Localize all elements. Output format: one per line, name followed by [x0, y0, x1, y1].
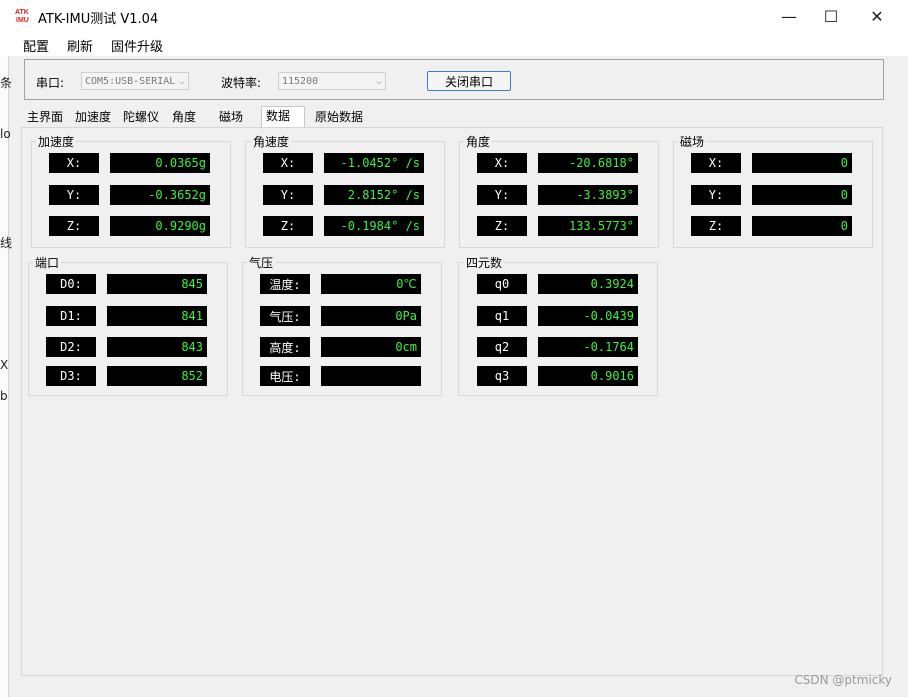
tab-magnetic[interactable]: 磁场 [217, 108, 245, 126]
pressure-value: 0Pa [321, 306, 421, 326]
gyro-z-value: -0.1984° /s [324, 216, 424, 236]
svg-text:ATK: ATK [15, 9, 29, 16]
edge-fragment: 线 [0, 236, 13, 250]
group-title-pressure: 气压 [247, 254, 276, 271]
menu-refresh[interactable]: 刷新 [67, 36, 93, 55]
port-d3-value: 852 [107, 366, 207, 386]
angle-z-label: Z: [477, 216, 527, 236]
voltage-value [321, 366, 421, 386]
mag-z-value: 0 [752, 216, 852, 236]
gyro-y-value: 2.8152° /s [324, 185, 424, 205]
port-select-value: COM5:USB-SERIAL [85, 76, 176, 87]
pressure-label: 气压: [260, 306, 310, 326]
chevron-down-icon: ⌵ [375, 76, 382, 87]
gyro-y-label: Y: [263, 185, 313, 205]
port-d0-value: 845 [107, 274, 207, 294]
group-title-angular-velocity: 角速度 [251, 133, 292, 150]
tab-data[interactable]: 数据 [261, 106, 305, 127]
q1-value: -0.0439 [538, 306, 638, 326]
port-d3-label: D3: [46, 366, 96, 386]
port-d1-label: D1: [46, 306, 96, 326]
q2-label: q2 [477, 337, 527, 357]
angle-z-value: 133.5773° [538, 216, 638, 236]
temperature-value: 0℃ [321, 274, 421, 294]
mag-z-label: Z: [691, 216, 741, 236]
port-d0-label: D0: [46, 274, 96, 294]
tab-raw-data[interactable]: 原始数据 [313, 108, 365, 126]
q0-value: 0.3924 [538, 274, 638, 294]
watermark: CSDN @ptmicky [794, 673, 892, 687]
tab-acceleration[interactable]: 加速度 [73, 108, 113, 126]
group-title-angle: 角度 [464, 133, 493, 150]
edge-fragment: X [0, 358, 9, 372]
mag-y-label: Y: [691, 185, 741, 205]
accel-y-value: -0.3652g [110, 185, 210, 205]
angle-y-value: -3.3893° [538, 185, 638, 205]
port-d1-value: 841 [107, 306, 207, 326]
edge-fragment: 条 [0, 76, 13, 90]
tab-angle[interactable]: 角度 [170, 108, 198, 126]
minimize-button[interactable]: — [766, 0, 812, 32]
edge-fragment: b [0, 389, 8, 403]
temperature-label: 温度: [260, 274, 310, 294]
q1-label: q1 [477, 306, 527, 326]
edge-fragment: lo [0, 127, 11, 141]
close-port-button[interactable]: 关闭串口 [427, 71, 511, 91]
group-title-port: 端口 [33, 254, 62, 271]
port-select[interactable]: COM5:USB-SERIAL ⌵ [81, 72, 189, 90]
q3-value: 0.9016 [538, 366, 638, 386]
angle-x-label: X: [477, 153, 527, 173]
accel-x-label: X: [49, 153, 99, 173]
port-d2-value: 843 [107, 337, 207, 357]
mag-x-label: X: [691, 153, 741, 173]
menu-config[interactable]: 配置 [23, 36, 49, 55]
accel-z-value: 0.9290g [110, 216, 210, 236]
angle-y-label: Y: [477, 185, 527, 205]
tab-gyroscope[interactable]: 陀螺仪 [121, 108, 161, 126]
chevron-down-icon: ⌵ [178, 76, 185, 87]
q2-value: -0.1764 [538, 337, 638, 357]
close-window-button[interactable]: ✕ [854, 0, 900, 32]
accel-z-label: Z: [49, 216, 99, 236]
port-d2-label: D2: [46, 337, 96, 357]
group-title-quaternion: 四元数 [464, 254, 505, 271]
voltage-label: 电压: [260, 366, 310, 386]
maximize-button[interactable]: ☐ [808, 0, 854, 32]
svg-text:IMU: IMU [16, 17, 29, 24]
altitude-value: 0cm [321, 337, 421, 357]
mag-x-value: 0 [752, 153, 852, 173]
window-title: ATK-IMU测试 V1.04 [38, 12, 159, 27]
group-title-magnetic: 磁场 [678, 133, 707, 150]
q0-label: q0 [477, 274, 527, 294]
q3-label: q3 [477, 366, 527, 386]
accel-x-value: 0.0365g [110, 153, 210, 173]
angle-x-value: -20.6818° [538, 153, 638, 173]
mag-y-value: 0 [752, 185, 852, 205]
port-label: 串口: [36, 76, 65, 90]
gyro-x-value: -1.0452° /s [324, 153, 424, 173]
group-title-acceleration: 加速度 [36, 133, 77, 150]
app-logo-icon: ATK IMU [14, 6, 32, 24]
baud-select[interactable]: 115200 ⌵ [278, 72, 386, 90]
tab-main[interactable]: 主界面 [25, 108, 65, 126]
gyro-z-label: Z: [263, 216, 313, 236]
menu-firmware-upgrade[interactable]: 固件升级 [111, 36, 163, 55]
gyro-x-label: X: [263, 153, 313, 173]
baud-select-value: 115200 [282, 76, 319, 87]
background-window-edge [0, 56, 9, 697]
accel-y-label: Y: [49, 185, 99, 205]
baud-label: 波特率: [221, 76, 262, 90]
altitude-label: 高度: [260, 337, 310, 357]
